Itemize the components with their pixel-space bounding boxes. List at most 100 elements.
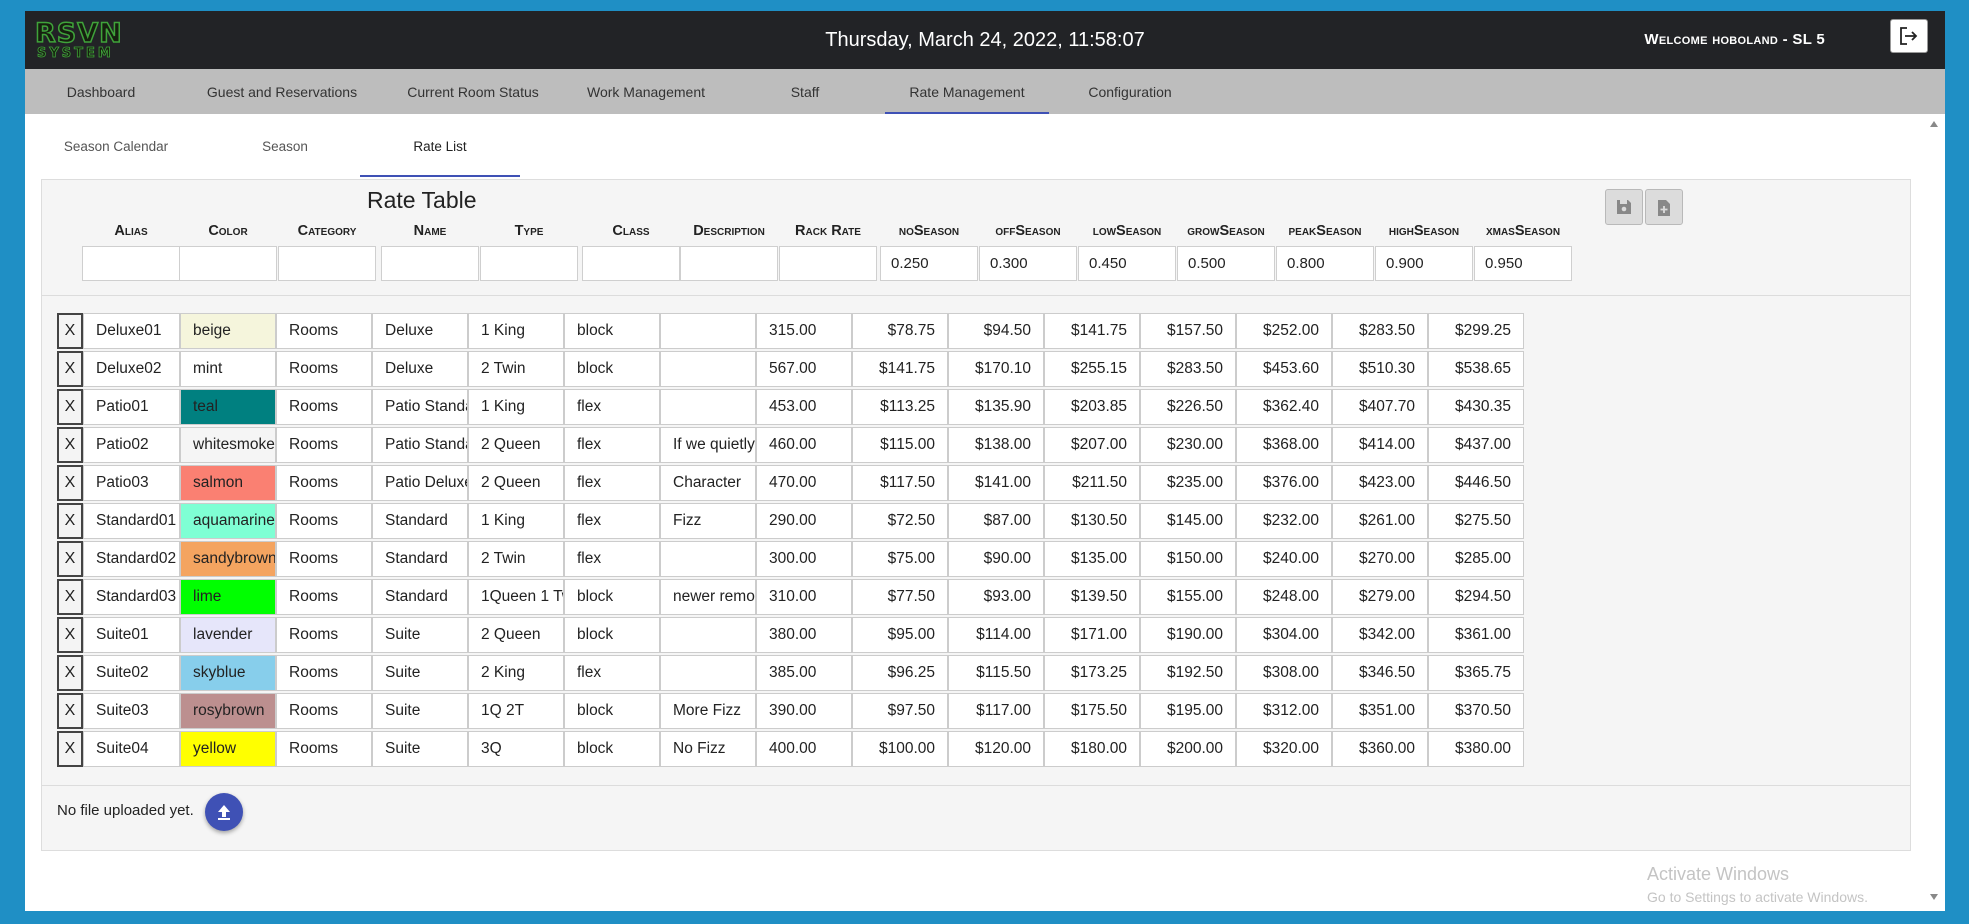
nav-tab-work-management[interactable]: Work Management [571,69,721,114]
cell-type[interactable]: 3Q [468,731,564,767]
input-rack-rate[interactable] [779,246,877,281]
cell-name[interactable]: Deluxe [372,351,468,387]
cell-season-rate[interactable]: $78.75 [852,313,948,349]
cell-alias[interactable]: Standard01 [83,503,180,539]
cell-color[interactable]: whitesmoke [180,427,276,463]
cell-season-rate[interactable]: $90.00 [948,541,1044,577]
cell-season-rate[interactable]: $248.00 [1236,579,1332,615]
cell-class[interactable]: flex [564,465,660,501]
cell-season-rate[interactable]: $171.00 [1044,617,1140,653]
cell-class[interactable]: block [564,617,660,653]
delete-row-button[interactable]: X [57,351,83,387]
cell-rack[interactable]: 315.00 [756,313,852,349]
cell-season-rate[interactable]: $170.10 [948,351,1044,387]
input-alias[interactable] [82,246,180,281]
cell-season-rate[interactable]: $423.00 [1332,465,1428,501]
cell-category[interactable]: Rooms [276,351,372,387]
cell-rack[interactable]: 310.00 [756,579,852,615]
cell-season-rate[interactable]: $320.00 [1236,731,1332,767]
input-description[interactable] [680,246,778,281]
cell-color[interactable]: yellow [180,731,276,767]
cell-color[interactable]: salmon [180,465,276,501]
cell-season-rate[interactable]: $117.50 [852,465,948,501]
cell-season-rate[interactable]: $97.50 [852,693,948,729]
input-class[interactable] [582,246,680,281]
cell-name[interactable]: Suite [372,731,468,767]
delete-row-button[interactable]: X [57,655,83,691]
cell-rack[interactable]: 400.00 [756,731,852,767]
cell-alias[interactable]: Patio03 [83,465,180,501]
subtab-season[interactable]: Season [210,131,360,177]
cell-alias[interactable]: Deluxe01 [83,313,180,349]
input-type[interactable] [480,246,578,281]
cell-category[interactable]: Rooms [276,427,372,463]
cell-description[interactable] [660,617,756,653]
cell-alias[interactable]: Deluxe02 [83,351,180,387]
cell-description[interactable] [660,389,756,425]
cell-season-rate[interactable]: $240.00 [1236,541,1332,577]
cell-season-rate[interactable]: $407.70 [1332,389,1428,425]
cell-season-rate[interactable]: $93.00 [948,579,1044,615]
cell-rack[interactable]: 470.00 [756,465,852,501]
delete-row-button[interactable]: X [57,579,83,615]
cell-type[interactable]: 2 Twin [468,541,564,577]
cell-category[interactable]: Rooms [276,313,372,349]
cell-season-rate[interactable]: $77.50 [852,579,948,615]
cell-type[interactable]: 1 King [468,503,564,539]
cell-season-rate[interactable]: $211.50 [1044,465,1140,501]
cell-name[interactable]: Suite [372,655,468,691]
cell-type[interactable]: 1Queen 1 Twin [468,579,564,615]
cell-color[interactable]: aquamarine [180,503,276,539]
cell-description[interactable] [660,313,756,349]
cell-season-rate[interactable]: $283.50 [1140,351,1236,387]
input-noseason[interactable] [880,246,978,281]
cell-name[interactable]: Deluxe [372,313,468,349]
cell-season-rate[interactable]: $175.50 [1044,693,1140,729]
nav-tab-staff[interactable]: Staff [745,69,865,114]
cell-description[interactable]: If we quietly use [660,427,756,463]
cell-rack[interactable]: 290.00 [756,503,852,539]
cell-category[interactable]: Rooms [276,465,372,501]
delete-row-button[interactable]: X [57,541,83,577]
nav-tab-configuration[interactable]: Configuration [1065,69,1195,114]
cell-class[interactable]: flex [564,541,660,577]
cell-season-rate[interactable]: $145.00 [1140,503,1236,539]
cell-season-rate[interactable]: $75.00 [852,541,948,577]
cell-season-rate[interactable]: $100.00 [852,731,948,767]
cell-category[interactable]: Rooms [276,579,372,615]
cell-color[interactable]: mint [180,351,276,387]
cell-description[interactable]: No Fizz [660,731,756,767]
cell-class[interactable]: flex [564,655,660,691]
cell-color[interactable]: lime [180,579,276,615]
cell-season-rate[interactable]: $283.50 [1332,313,1428,349]
cell-season-rate[interactable]: $190.00 [1140,617,1236,653]
cell-season-rate[interactable]: $510.30 [1332,351,1428,387]
cell-alias[interactable]: Patio01 [83,389,180,425]
cell-category[interactable]: Rooms [276,693,372,729]
cell-season-rate[interactable]: $141.00 [948,465,1044,501]
input-xmasseason[interactable] [1474,246,1572,281]
cell-name[interactable]: Suite [372,693,468,729]
cell-season-rate[interactable]: $235.00 [1140,465,1236,501]
cell-rack[interactable]: 453.00 [756,389,852,425]
cell-season-rate[interactable]: $370.50 [1428,693,1524,729]
cell-season-rate[interactable]: $95.00 [852,617,948,653]
cell-season-rate[interactable]: $275.50 [1428,503,1524,539]
cell-alias[interactable]: Patio02 [83,427,180,463]
cell-alias[interactable]: Suite03 [83,693,180,729]
cell-season-rate[interactable]: $304.00 [1236,617,1332,653]
cell-season-rate[interactable]: $446.50 [1428,465,1524,501]
cell-rack[interactable]: 460.00 [756,427,852,463]
cell-season-rate[interactable]: $285.00 [1428,541,1524,577]
cell-season-rate[interactable]: $414.00 [1332,427,1428,463]
cell-name[interactable]: Patio Deluxe [372,465,468,501]
cell-alias[interactable]: Suite02 [83,655,180,691]
cell-class[interactable]: flex [564,503,660,539]
cell-season-rate[interactable]: $141.75 [852,351,948,387]
input-peakseason[interactable] [1276,246,1374,281]
cell-category[interactable]: Rooms [276,541,372,577]
cell-class[interactable]: block [564,693,660,729]
delete-row-button[interactable]: X [57,313,83,349]
cell-class[interactable]: block [564,313,660,349]
input-category[interactable] [278,246,376,281]
